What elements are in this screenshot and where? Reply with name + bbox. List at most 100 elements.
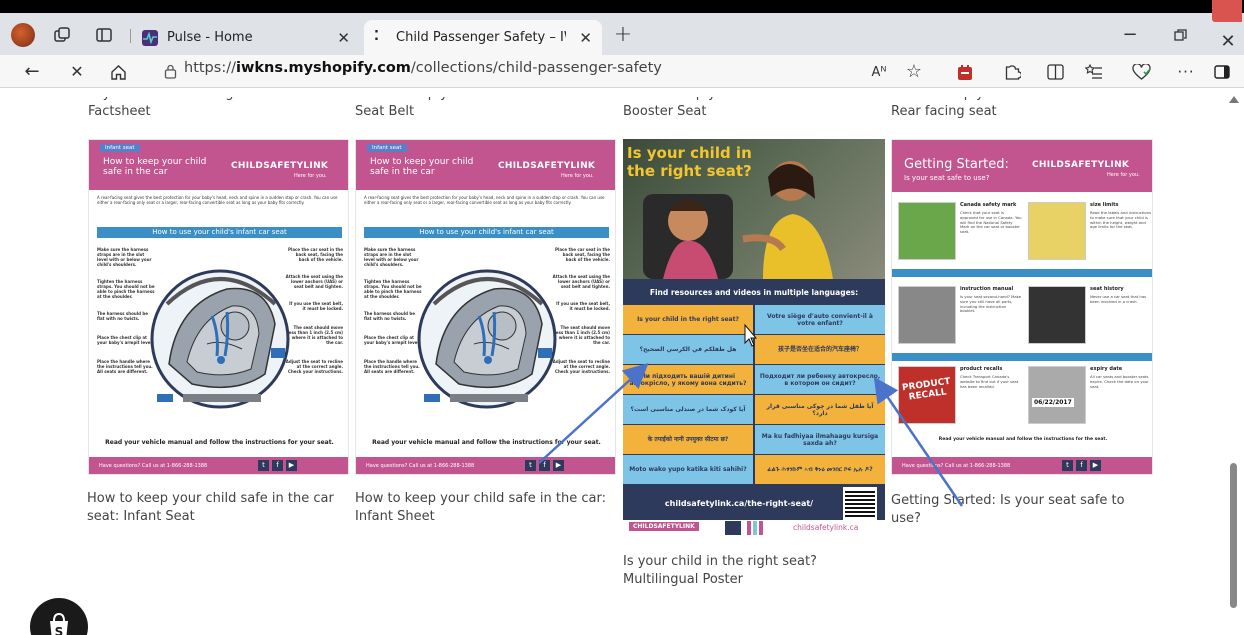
- page-scrollbar[interactable]: [1228, 90, 1240, 630]
- note: Adjust the seat to recline at the correc…: [285, 359, 343, 374]
- twitter-icon: t: [1062, 460, 1073, 471]
- minimize-icon[interactable]: −: [1120, 25, 1140, 45]
- extension-red-icon[interactable]: [955, 62, 975, 82]
- url-path: /collections/child-passenger-safety: [410, 60, 662, 76]
- checklist-label: instruction manual: [960, 286, 1014, 292]
- poster-footer: Read your vehicle manual and follow the …: [105, 439, 334, 446]
- note: The seat should move less than 1 inch (2…: [287, 325, 343, 345]
- language-cell: هل طفلكم في الكرسي الصحيح؟: [623, 335, 753, 364]
- checklist-label: expiry date: [1090, 366, 1123, 372]
- tab-pulse-home[interactable]: Pulse - Home ✕: [138, 20, 360, 55]
- sidebar-toggle-icon[interactable]: [1212, 62, 1232, 82]
- poster-heading: How to keep your child safe in the car: [103, 157, 207, 177]
- vertical-tabs-icon[interactable]: [94, 25, 114, 45]
- close-window-button[interactable]: ✕: [1212, 0, 1244, 55]
- note: If you use the seat belt, it must be loc…: [289, 301, 343, 311]
- scroll-up-icon[interactable]: [1229, 96, 1239, 103]
- url-field[interactable]: https://iwkns.myshopify.com/collections/…: [184, 60, 662, 76]
- poster-subheading: Is your seat safe to use?: [904, 174, 990, 182]
- product-image-infant-seat[interactable]: Infant seat How to keep your child safe …: [88, 139, 349, 475]
- poster-tag: Infant seat: [100, 144, 140, 152]
- poster-title-line-2: the right seat?: [627, 162, 752, 180]
- product-image-getting-started[interactable]: Getting Started: Is your seat safe to us…: [891, 139, 1153, 475]
- new-tab-button[interactable]: +: [613, 24, 633, 46]
- poster-intro: A rear-facing seat gives the best protec…: [364, 195, 605, 205]
- back-icon[interactable]: ←: [22, 62, 42, 82]
- language-grid: Is your child in the right seat? Votre si…: [623, 305, 885, 487]
- poster-intro: A rear-facing seat gives the best protec…: [97, 195, 338, 205]
- tab-title: Pulse - Home: [167, 30, 253, 45]
- poster-footer: Read your vehicle manual and follow the …: [372, 439, 601, 446]
- scroll-clip: [0, 88, 1230, 97]
- tab-child-passenger-safety[interactable]: ⁚ Child Passenger Safety – IWK Chil ✕: [364, 20, 602, 55]
- close-tab-icon[interactable]: ✕: [337, 29, 350, 47]
- language-cell: Ma ku fadhiyaa ilmahaagu kursiga saxda a…: [755, 425, 885, 454]
- language-cell: 孩子是否坐在适合的汽车座椅？: [755, 335, 885, 364]
- close-tab-icon[interactable]: ✕: [579, 29, 592, 47]
- qr-code-icon: [843, 487, 877, 521]
- tab-loading-icon: ⁚: [374, 29, 379, 44]
- language-cell: Is your child in the right seat?: [623, 305, 753, 334]
- stripe: [747, 521, 751, 535]
- read-aloud-icon[interactable]: Aᴺ: [868, 62, 890, 82]
- url-domain: iwkns.myshopify.com: [235, 60, 411, 76]
- poster-contact: Have questions? Call us at 1-866-288-138…: [99, 463, 208, 469]
- favorite-star-icon[interactable]: ☆: [904, 62, 924, 82]
- iwk-logo-icon: [725, 521, 741, 535]
- restore-icon[interactable]: [1170, 25, 1190, 45]
- infant-seat-illustration-icon: [150, 269, 290, 409]
- note: Attach the seat using the lower anchors …: [552, 274, 610, 289]
- workspaces-icon[interactable]: [52, 25, 72, 45]
- scrollbar-thumb[interactable]: [1230, 463, 1237, 608]
- language-cell: آیا کودک شما در صندلی مناسبی است؟: [623, 395, 753, 424]
- checklist-text: Is your seat second-hand? Make sure you …: [960, 295, 1022, 314]
- poster-tagline: Here for you.: [1107, 172, 1140, 178]
- checklist-label: product recalls: [960, 366, 1003, 372]
- product-title-multilingual-poster[interactable]: Is your child in the right seat? Multili…: [623, 553, 885, 589]
- stripe: [759, 521, 763, 535]
- note: If you use the seat belt, it must be loc…: [556, 301, 610, 311]
- product-image-infant-sheet[interactable]: Infant seat How to keep your child safe …: [355, 139, 616, 475]
- tab-strip: Pulse - Home ✕ ⁚ Child Passenger Safety …: [0, 0, 1244, 55]
- product-title-getting-started[interactable]: Getting Started: Is your seat safe to us…: [891, 492, 1153, 528]
- checklist-text: Never use a car seat that has been invol…: [1090, 295, 1147, 304]
- poster-tagline: Here for you.: [294, 173, 327, 179]
- product-image-multilingual-poster[interactable]: Is your child in the right seat? Find re…: [623, 139, 885, 537]
- performance-heart-icon[interactable]: [1130, 62, 1152, 82]
- home-icon[interactable]: [108, 62, 128, 82]
- poster-title: Is your child in the right seat?: [627, 144, 752, 180]
- poster-right-notes: Place the car seat in the back seat, fac…: [552, 247, 610, 374]
- shopify-chat-button[interactable]: S: [30, 598, 88, 635]
- youtube-icon: ▶: [286, 460, 297, 471]
- facebook-icon: f: [272, 460, 283, 471]
- language-cell: ፈልጉ ሕፃንኩም ኣብ ቅኑዕ መንበር ኮፍ ኢሉ ዶ?: [755, 455, 885, 484]
- shopify-bag-icon: S: [50, 612, 68, 635]
- split-screen-icon[interactable]: [1045, 62, 1065, 82]
- checklist-label: Canada safety mark: [960, 202, 1017, 208]
- poster-tagline: Here for you.: [561, 173, 594, 179]
- product-title-infant-seat[interactable]: How to keep your child safe in the car s…: [87, 490, 349, 526]
- poster-brand: CHILDSAFETYLINK: [1032, 160, 1130, 170]
- youtube-icon: ▶: [1090, 460, 1101, 471]
- close-window-icon: ✕: [1220, 31, 1236, 52]
- checklist-photo: [1028, 366, 1086, 424]
- poster-heading: Getting Started:: [904, 157, 1009, 172]
- product-title-infant-sheet[interactable]: How to keep your child safe in the car: …: [355, 490, 617, 526]
- stop-loading-icon[interactable]: ✕: [67, 62, 87, 82]
- url-prefix: https://: [184, 60, 236, 76]
- language-cell: Чи підходить вашій дитині автокрісло, у …: [623, 365, 753, 394]
- poster-brand: CHILDSAFETYLINK: [629, 522, 699, 531]
- more-menu-icon[interactable]: ···: [1176, 62, 1196, 82]
- favorites-list-icon[interactable]: [1084, 62, 1104, 82]
- checklist-photo: [898, 286, 956, 344]
- poster-section-bar: How to use your child's infant car seat: [364, 227, 609, 238]
- extensions-icon[interactable]: [1002, 62, 1022, 82]
- note: Adjust the seat to recline at the correc…: [552, 359, 610, 374]
- section-divider: [892, 269, 1152, 277]
- note: The seat should move less than 1 inch (2…: [554, 325, 610, 345]
- poster-section-bar: How to use your child's infant car seat: [97, 227, 342, 238]
- checklist-photo: [898, 202, 956, 260]
- profile-avatar-icon[interactable]: [11, 23, 35, 47]
- site-info-icon[interactable]: [162, 63, 178, 80]
- infant-seat-illustration-icon: [417, 269, 557, 409]
